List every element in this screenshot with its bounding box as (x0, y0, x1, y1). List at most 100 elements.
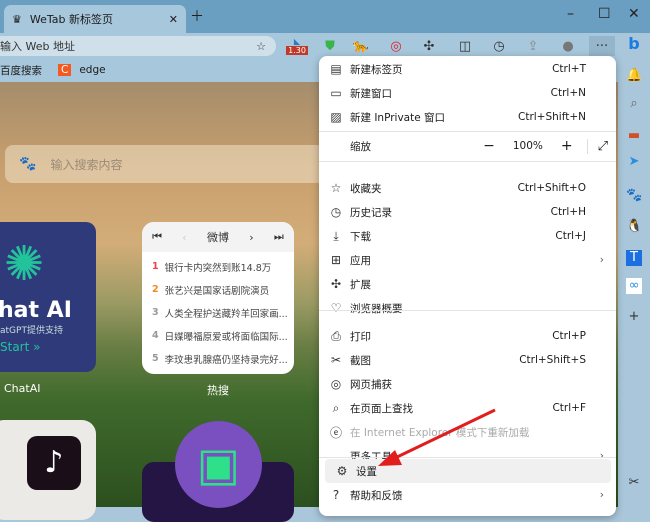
hot-label: 热搜 (207, 384, 229, 397)
chatai-subtitle: atGPT提供支持 (0, 326, 63, 336)
menu-item-favorites[interactable]: ☆ 收藏夹 Ctrl+Shift+O (319, 176, 616, 200)
openai-logo-icon: ✺ (4, 236, 45, 292)
address-placeholder: 输入 Web 地址 (0, 40, 75, 53)
maximize-button[interactable]: ☐ (598, 6, 611, 22)
profile-avatar[interactable]: ● (557, 36, 579, 56)
extension-1-30[interactable]: ◣ 1.30 (286, 36, 308, 56)
settings-more-button[interactable]: ··· (589, 36, 615, 56)
screenshot-icon: ✂ (330, 353, 342, 367)
extensions-icon[interactable]: ✣ (418, 36, 440, 56)
menu-item-new-window[interactable]: ▭ 新建窗口 Ctrl+N (319, 81, 616, 105)
menu-item-download[interactable]: ⤓ 下载 Ctrl+J (319, 224, 616, 248)
inprivate-icon: ▨ (330, 110, 342, 124)
cube-app-icon[interactable]: ▣ (175, 421, 262, 508)
menu-item-extensions[interactable]: ✣ 扩展 (319, 272, 616, 296)
history-icon[interactable]: ◷ (488, 36, 510, 56)
last-page-icon[interactable]: ⏭ (274, 230, 284, 244)
menu-item-find[interactable]: ⌕ 在页面上查找 Ctrl+F (319, 396, 616, 420)
new-tab-icon: ▤ (330, 62, 342, 76)
baidu-netdisk-icon[interactable]: ∞ (626, 278, 642, 294)
zoom-in-button[interactable]: + (561, 138, 573, 154)
search-icon[interactable]: ⌕ (626, 96, 642, 112)
print-icon: ⎙ (331, 328, 341, 343)
menu-item-settings[interactable]: ⚙ 设置 (325, 459, 611, 483)
bookmark-baidu[interactable]: 百度搜索 (0, 63, 42, 78)
first-page-icon[interactable]: ⏮ (152, 230, 162, 244)
chatai-start-link[interactable]: Start » (0, 340, 96, 354)
new-tab-button[interactable]: ＋ (190, 6, 204, 26)
tab-wetab[interactable]: ♛ WeTab 新标签页 ✕ (4, 5, 186, 33)
add-icon[interactable]: + (626, 309, 642, 325)
chatai-card[interactable]: ✺ hat AI atGPT提供支持 Start » (0, 222, 96, 372)
fullscreen-icon[interactable]: ⤢ (586, 138, 616, 154)
minimize-button[interactable]: – (567, 6, 574, 22)
chevron-right-icon: › (599, 489, 604, 501)
shield-extension-icon[interactable]: ⛊ (319, 36, 341, 56)
screenshot-icon[interactable]: ✂ (626, 475, 642, 491)
next-icon[interactable]: › (249, 231, 253, 244)
sidebar: b 🔔 ⌕ ▬ ➤ 🐾 🐧 T ∞ + ✂ (618, 33, 650, 507)
tab-title: WeTab 新标签页 (29, 13, 113, 26)
cat-extension-icon[interactable]: 🐆 (350, 36, 372, 56)
menu-item-history[interactable]: ◷ 历史记录 Ctrl+H (319, 200, 616, 224)
target-extension-icon[interactable]: ◎ (385, 36, 407, 56)
hot-item[interactable]: 3 人类全程护送藏羚羊回家画... (142, 301, 294, 324)
toolbox-icon[interactable]: ▬ (626, 128, 642, 144)
menu-item-web-capture[interactable]: ◎ 网页捕获 (319, 372, 616, 396)
hot-item[interactable]: 5 李玟患乳腺癌仍坚持录完好... (142, 347, 294, 370)
menu-item-shortcut: Ctrl+Shift+O (517, 182, 586, 194)
menu-item-help[interactable]: ? 帮助和反馈 › (319, 483, 616, 507)
chatai-title: hat AI (0, 298, 72, 323)
menu-item-label: 应用 (350, 254, 371, 267)
tiktok-app-icon[interactable]: ♪ (27, 436, 81, 490)
hot-item[interactable]: 4 日媒曝福原爱或将面临国际... (142, 324, 294, 347)
close-window-button[interactable]: ✕ (628, 6, 640, 22)
wetab-favicon-icon: ♛ (12, 12, 22, 26)
apps-folder[interactable]: ♪ (0, 420, 96, 520)
menu-item-screenshot[interactable]: ✂ 截图 Ctrl+Shift+S (319, 348, 616, 372)
menu-item-shortcut: Ctrl+J (555, 230, 586, 242)
bell-icon[interactable]: 🔔 (626, 68, 642, 84)
menu-item-print[interactable]: ⎙ 打印 Ctrl+P (319, 324, 616, 348)
hot-rank: 2 (152, 284, 159, 295)
hot-text: 张艺兴是国家话剧院演员 (164, 285, 270, 297)
badge-text: 1.30 (286, 46, 308, 55)
send-icon[interactable]: ➤ (626, 154, 642, 170)
hot-item[interactable]: 2 张艺兴是国家话剧院演员 (142, 278, 294, 301)
menu-item-label: 帮助和反馈 (350, 489, 403, 502)
menu-divider (319, 131, 616, 132)
address-bar[interactable]: 输入 Web 地址 ☆ (0, 36, 276, 56)
web-capture-icon: ◎ (330, 377, 342, 391)
chevron-right-icon: › (599, 254, 604, 266)
browser-essentials-icon: ♡ (330, 301, 342, 315)
menu-item-label: 网页捕获 (350, 378, 392, 391)
menu-item-label: 打印 (350, 330, 371, 343)
menu-item-label: 设置 (356, 465, 377, 478)
menu-item-label: 历史记录 (350, 206, 392, 219)
menu-item-shortcut: Ctrl+Shift+N (518, 111, 586, 123)
hot-text: 日媒曝福原爱或将面临国际... (164, 331, 288, 343)
hot-item[interactable]: 1 银行卡内突然到账14.8万 (142, 255, 294, 278)
qq-icon[interactable]: 🐧 (626, 219, 642, 235)
search-box[interactable]: 🐾 输入搜索内容 (5, 145, 325, 183)
close-tab-icon[interactable]: ✕ (169, 13, 178, 26)
t-app-icon[interactable]: T (626, 250, 642, 266)
bing-icon[interactable]: b (624, 36, 644, 52)
menu-item-new-tab[interactable]: ▤ 新建标签页 Ctrl+T (319, 57, 616, 81)
search-placeholder: 输入搜索内容 (50, 157, 123, 172)
menu-item-label: 新建 InPrivate 窗口 (350, 111, 446, 124)
find-icon: ⌕ (332, 400, 340, 415)
menu-divider (319, 457, 616, 458)
share-icon[interactable]: ⇪ (522, 36, 544, 56)
menu-item-inprivate[interactable]: ▨ 新建 InPrivate 窗口 Ctrl+Shift+N (319, 105, 616, 129)
zoom-out-button[interactable]: − (483, 138, 495, 154)
bookmark-edge[interactable]: edge (79, 64, 105, 76)
split-screen-icon[interactable]: ◫ (454, 36, 476, 56)
menu-item-apps[interactable]: ⊞ 应用 › (319, 248, 616, 272)
menu-item-label: 新建标签页 (350, 63, 403, 76)
favorite-star-icon[interactable]: ☆ (256, 40, 266, 53)
settings-menu: ▤ 新建标签页 Ctrl+T ▭ 新建窗口 Ctrl+N ▨ 新建 InPrivate 窗口 C… (319, 56, 616, 516)
prev-icon[interactable]: ‹ (182, 231, 186, 244)
menu-item-browser-essentials[interactable]: ♡ 浏览器概要 (319, 296, 616, 320)
baidu-icon[interactable]: 🐾 (626, 188, 642, 204)
